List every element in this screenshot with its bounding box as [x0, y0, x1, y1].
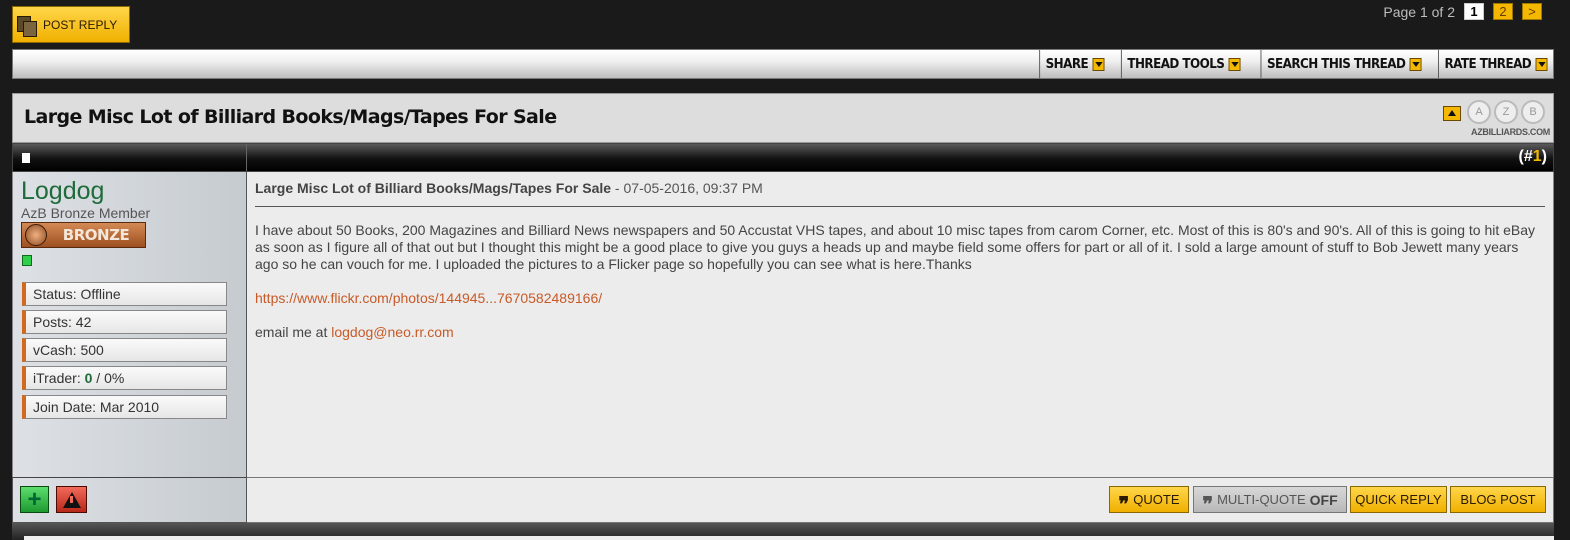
email-link[interactable]: logdog@neo.rr.com: [331, 324, 453, 340]
logo-letter-b: B: [1521, 100, 1545, 124]
user-itrader: iTrader: 0 / 0%: [22, 366, 227, 390]
post-number-prefix: (#: [1518, 148, 1533, 165]
thread-title-bar: Large Misc Lot of Billiard Books/Mags/Ta…: [12, 93, 1554, 143]
post-reply-button[interactable]: POST REPLY: [12, 6, 130, 43]
dropdown-arrow-icon: [1092, 57, 1105, 71]
post-content: Large Misc Lot of Billiard Books/Mags/Ta…: [247, 172, 1554, 477]
user-status: Status: Offline: [22, 282, 227, 306]
post-number: 1: [1532, 148, 1542, 165]
page-2-link[interactable]: 2: [1493, 3, 1513, 20]
search-thread-menu[interactable]: SEARCH THIS THREAD: [1260, 50, 1428, 78]
multi-quote-label: MULTI-QUOTE: [1217, 492, 1306, 507]
flickr-link[interactable]: https://www.flickr.com/photos/144945...7…: [255, 290, 602, 306]
post-reply-icon: [17, 15, 37, 37]
quote-icon: ❞: [1118, 491, 1130, 516]
dropdown-arrow-icon: [1535, 57, 1548, 71]
add-icon[interactable]: +: [20, 486, 49, 513]
rank-label: BRONZE: [62, 226, 130, 244]
logo-letter-a: A: [1467, 100, 1491, 124]
post-footer-right: ❞ QUOTE ❞ MULTI-QUOTE OFF QUICK REPLY BL…: [247, 477, 1554, 523]
post-body: I have about 50 Books, 200 Magazines and…: [255, 222, 1545, 341]
thread-tools-menu[interactable]: THREAD TOOLS: [1120, 50, 1247, 78]
thread-toolbar: SHARE THREAD TOOLS SEARCH THIS THREAD RA…: [12, 49, 1554, 79]
itrader-label: iTrader:: [33, 370, 85, 386]
share-label: SHARE: [1045, 56, 1088, 72]
post-date-separator: -: [611, 180, 624, 196]
warning-icon: [62, 491, 81, 508]
bottom-strip: [12, 523, 1554, 540]
email-prefix: email me at: [255, 324, 332, 340]
page-label: Page 1 of 2: [1383, 3, 1455, 20]
collapse-icon[interactable]: [1443, 106, 1461, 121]
dropdown-arrow-icon: [1410, 57, 1423, 71]
user-vcash: vCash: 500: [22, 338, 227, 362]
quote-label: QUOTE: [1133, 492, 1180, 507]
multiquote-icon: ❞: [1202, 491, 1214, 516]
post-reply-label: POST REPLY: [43, 17, 118, 32]
next-page-link[interactable]: >: [1522, 3, 1542, 20]
multi-quote-state: OFF: [1309, 491, 1338, 508]
post-text: I have about 50 Books, 200 Magazines and…: [255, 222, 1536, 272]
search-thread-label: SEARCH THIS THREAD: [1267, 56, 1406, 72]
user-title: AzB Bronze Member: [21, 205, 151, 221]
logo-text: AZBILLIARDS.COM: [1471, 127, 1550, 137]
post-footer-left: +: [12, 477, 247, 523]
post-doc-icon: [22, 153, 30, 163]
quote-button[interactable]: ❞ QUOTE: [1109, 486, 1189, 516]
quick-reply-button[interactable]: QUICK REPLY: [1350, 486, 1447, 513]
quick-reply-label: QUICK REPLY: [1355, 492, 1442, 507]
user-posts: Posts: 42: [22, 310, 227, 334]
itrader-count-link[interactable]: 0: [85, 370, 93, 386]
rank-badge: BRONZE: [21, 222, 146, 248]
user-info-panel: Logdog AzB Bronze Member BRONZE Status: …: [12, 172, 247, 477]
report-post-button[interactable]: [56, 486, 87, 513]
post-title: Large Misc Lot of Billiard Books/Mags/Ta…: [255, 180, 612, 196]
thread-tools-label: THREAD TOOLS: [1127, 56, 1225, 72]
rate-thread-menu[interactable]: RATE THREAD: [1437, 50, 1553, 78]
itrader-pct: / 0%: [92, 370, 125, 386]
post-title-line: Large Misc Lot of Billiard Books/Mags/Ta…: [255, 180, 763, 196]
post-date: 07-05-2016, 09:37 PM: [623, 180, 763, 196]
post-separator: [255, 206, 1545, 207]
user-join-date: Join Date: Mar 2010: [22, 395, 227, 419]
post-number-suffix: ): [1541, 148, 1547, 165]
blog-post-button[interactable]: BLOG POST: [1450, 486, 1546, 513]
online-status-icon: [22, 255, 32, 266]
bronze-coin-icon: [25, 224, 47, 246]
rate-thread-label: RATE THREAD: [1444, 56, 1531, 72]
azb-logo: A Z B AZBILLIARDS.COM: [1467, 100, 1550, 140]
thread-title: Large Misc Lot of Billiard Books/Mags/Ta…: [24, 106, 557, 128]
post-number-link[interactable]: (#1): [1519, 148, 1547, 166]
username-link[interactable]: Logdog: [21, 177, 104, 206]
pagination: Page 1 of 2 1 2 >: [1383, 3, 1542, 20]
blog-post-label: BLOG POST: [1460, 492, 1536, 507]
page-1-current: 1: [1464, 3, 1484, 20]
post-header: (#1): [12, 143, 1554, 172]
dropdown-arrow-icon: [1228, 57, 1241, 71]
logo-letter-z: Z: [1494, 100, 1518, 124]
multi-quote-button[interactable]: ❞ MULTI-QUOTE OFF: [1193, 486, 1347, 516]
share-menu[interactable]: SHARE: [1038, 50, 1110, 78]
